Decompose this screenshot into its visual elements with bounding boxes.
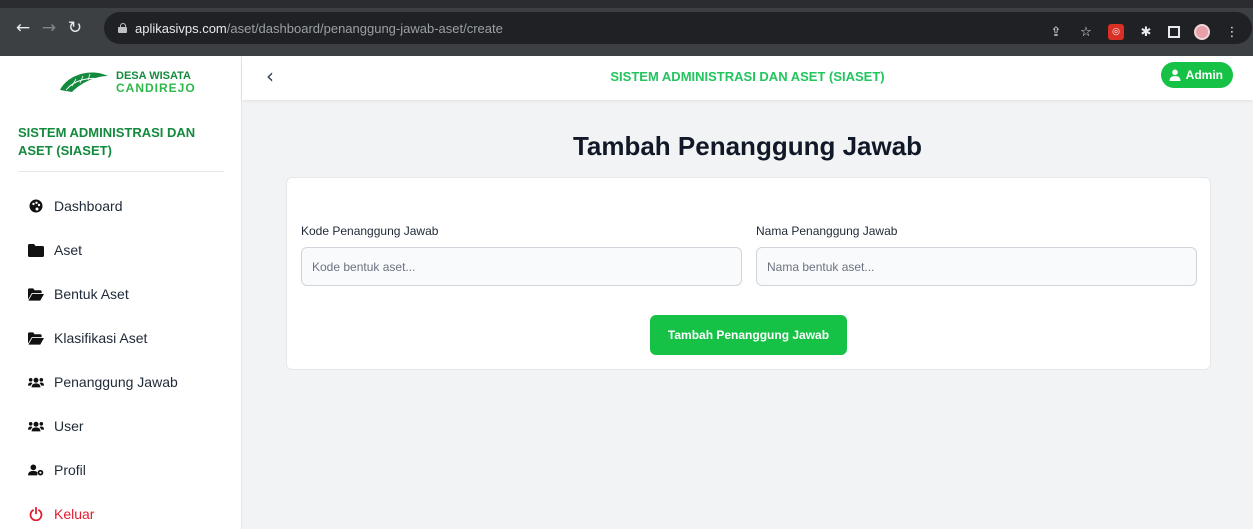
submit-button[interactable]: Tambah Penanggung Jawab bbox=[650, 315, 847, 355]
user-gear-icon bbox=[28, 463, 44, 477]
lock-icon[interactable] bbox=[118, 23, 127, 33]
back-icon[interactable]: ← bbox=[10, 15, 36, 41]
sidebar-item-penanggung-jawab[interactable]: Penanggung Jawab bbox=[0, 360, 242, 404]
sidebar-item-label: Bentuk Aset bbox=[54, 286, 129, 302]
url-text[interactable]: aplikasivps.com/aset/dashboard/penanggun… bbox=[135, 21, 503, 36]
sidebar: DESA WISATA CANDIREJO SISTEM ADMINISTRAS… bbox=[0, 56, 242, 529]
power-icon bbox=[28, 507, 44, 521]
sidebar-item-label: Aset bbox=[54, 242, 83, 258]
page-title: Tambah Penanggung Jawab bbox=[572, 131, 923, 161]
star-icon[interactable]: ☆ bbox=[1078, 24, 1094, 40]
folder-open-icon bbox=[28, 287, 44, 301]
reload-icon[interactable]: ↻ bbox=[62, 15, 88, 41]
browser-chrome: ← → ↻ aplikasivps.com/aset/dashboard/pen… bbox=[0, 0, 1253, 56]
share-icon[interactable]: ⇪ bbox=[1048, 24, 1064, 40]
leaf-logo-icon bbox=[60, 72, 108, 92]
admin-user-label: Admin bbox=[1185, 68, 1223, 82]
add-penanggung-jawab-form: Kode Penanggung Jawab Nama Penanggung Ja… bbox=[286, 177, 1211, 370]
tab-strip bbox=[0, 0, 1253, 8]
sidebar-item-aset[interactable]: Aset bbox=[0, 228, 242, 272]
sidebar-item-label: Profil bbox=[54, 462, 86, 478]
nama-input[interactable] bbox=[756, 247, 1197, 286]
navbar-title: SISTEM ADMINISTRASI DAN ASET (SIASET) bbox=[610, 69, 885, 84]
sidebar-item-klasifikasi-aset[interactable]: Klasifikasi Aset bbox=[0, 316, 242, 360]
sidebar-item-user[interactable]: User bbox=[0, 404, 242, 448]
puzzle-icon[interactable]: ✱ bbox=[1138, 24, 1154, 40]
brand-line-2: CANDIREJO bbox=[116, 81, 196, 95]
url-path: /aset/dashboard/penanggung-jawab-aset/cr… bbox=[226, 20, 503, 36]
brand-logo[interactable]: DESA WISATA CANDIREJO bbox=[58, 66, 218, 102]
nama-label: Nama Penanggung Jawab bbox=[756, 224, 898, 238]
sidebar-item-bentuk-aset[interactable]: Bentuk Aset bbox=[0, 272, 242, 316]
sidebar-item-label: Penanggung Jawab bbox=[54, 374, 178, 390]
sidebar-item-label: Dashboard bbox=[54, 198, 123, 214]
sidebar-item-keluar[interactable]: Keluar bbox=[0, 492, 242, 529]
sidebar-item-dashboard[interactable]: Dashboard bbox=[0, 184, 242, 228]
extension-icon[interactable]: ◎ bbox=[1108, 24, 1124, 40]
address-bar[interactable]: aplikasivps.com/aset/dashboard/penanggun… bbox=[104, 12, 1252, 44]
browser-toolbar: ← → ↻ aplikasivps.com/aset/dashboard/pen… bbox=[0, 8, 1253, 48]
forward-icon[interactable]: → bbox=[36, 15, 62, 41]
top-navbar: ‹ SISTEM ADMINISTRASI DAN ASET (SIASET) … bbox=[242, 56, 1253, 100]
kode-input[interactable] bbox=[301, 247, 742, 286]
sidebar-item-label: User bbox=[54, 418, 84, 434]
sidebar-item-label: Klasifikasi Aset bbox=[54, 330, 148, 346]
sidebar-item-profil[interactable]: Profil bbox=[0, 448, 242, 492]
menu-icon[interactable]: ⋮ bbox=[1224, 24, 1240, 40]
users-icon bbox=[28, 419, 44, 433]
brand-name: DESA WISATA CANDIREJO bbox=[116, 70, 196, 94]
url-host: aplikasivps.com bbox=[135, 20, 227, 36]
browser-actions: ⇪ ☆ ◎ ✱ ⋮ bbox=[1048, 20, 1240, 44]
kode-label: Kode Penanggung Jawab bbox=[301, 224, 439, 238]
sidepanel-icon[interactable] bbox=[1168, 26, 1180, 38]
folder-open-icon bbox=[28, 331, 44, 345]
user-icon bbox=[1169, 69, 1181, 81]
palette-icon bbox=[28, 199, 44, 213]
folder-icon bbox=[28, 243, 44, 257]
admin-user-button[interactable]: Admin bbox=[1160, 62, 1233, 88]
sidebar-divider bbox=[18, 171, 224, 172]
profile-icon[interactable] bbox=[1194, 24, 1210, 40]
sidebar-menu: Dashboard Aset Bentuk Aset Klasifikasi A… bbox=[0, 184, 242, 529]
sidebar-app-name: SISTEM ADMINISTRASI DAN ASET (SIASET) bbox=[18, 125, 196, 158]
sidebar-item-label: Keluar bbox=[54, 506, 95, 522]
users-icon bbox=[28, 375, 44, 389]
